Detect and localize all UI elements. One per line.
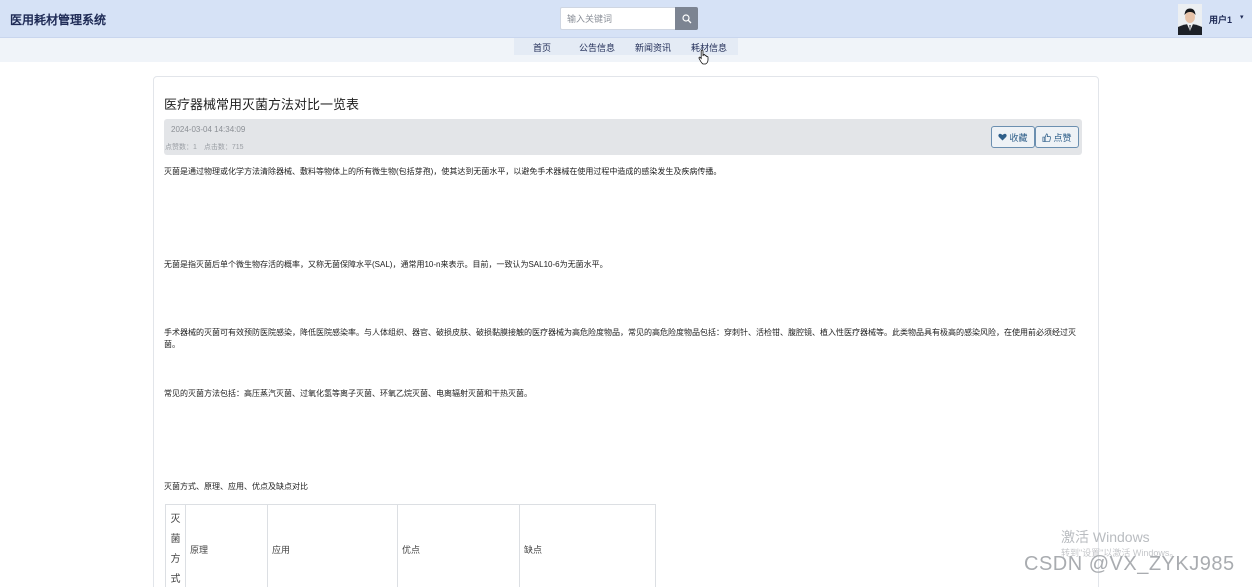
comparison-table: 灭菌方式 原理 应用 优点 缺点: [165, 504, 656, 587]
user-portrait-icon: [1178, 4, 1202, 35]
table-caption: 灭菌方式、原理、应用、优点及缺点对比: [164, 482, 308, 491]
favorite-label: 收藏: [1009, 132, 1028, 143]
article-meta: 2024-03-04 14:34:09 点赞数：1 点击数：715 收藏 点赞: [164, 119, 1082, 155]
like-button[interactable]: 点赞: [1035, 126, 1079, 148]
nav-item-home[interactable]: 首页: [533, 41, 551, 54]
table-header-method: 灭菌方式: [165, 504, 186, 587]
search-button[interactable]: [675, 7, 698, 30]
article-stats: 点赞数：1 点击数：715: [165, 144, 244, 151]
nav-bar: 首页 公告信息 新闻资讯 耗材信息: [0, 38, 1252, 62]
top-bar: 医用耗材管理系统 用户1 ▾: [0, 0, 1252, 38]
heart-icon: [998, 133, 1008, 141]
article-title: 医疗器械常用灭菌方法对比一览表: [164, 97, 360, 112]
csdn-watermark: CSDN @VX_ZYKJ985: [1024, 553, 1235, 575]
paragraph-2: 无菌是指灭菌后单个微生物存活的概率，又称无菌保障水平(SAL)，通常用10-n来…: [164, 260, 608, 269]
publish-date: 2024-03-04 14:34:09: [171, 125, 246, 134]
paragraph-4: 常见的灭菌方法包括：高压蒸汽灭菌、过氧化氢等离子灭菌、环氧乙烷灭菌、电离辐射灭菌…: [164, 389, 532, 398]
nav-item-news[interactable]: 新闻资讯: [635, 41, 671, 54]
user-menu[interactable]: 用户1: [1209, 13, 1232, 26]
avatar[interactable]: [1178, 4, 1202, 35]
search-bar: [560, 7, 698, 30]
nav-item-announcements[interactable]: 公告信息: [579, 41, 615, 54]
thumbs-up-icon: [1043, 133, 1052, 142]
table-header-application: 应用: [267, 504, 398, 587]
table-header-advantages: 优点: [397, 504, 520, 587]
paragraph-1: 灭菌是通过物理或化学方法清除器械、敷料等物体上的所有微生物(包括芽孢)，使其达到…: [164, 167, 722, 176]
favorite-button[interactable]: 收藏: [991, 126, 1035, 148]
table-header-principle: 原理: [185, 504, 268, 587]
like-label: 点赞: [1053, 132, 1072, 143]
table-header-disadvantages: 缺点: [519, 504, 656, 587]
windows-activation-title: 激活 Windows: [1061, 529, 1150, 545]
hand-cursor-icon: [698, 49, 710, 70]
search-input[interactable]: [560, 7, 675, 30]
search-icon: [681, 13, 691, 23]
table-header-row: 灭菌方式 原理 应用 优点 缺点: [165, 504, 656, 587]
chevron-down-icon[interactable]: ▾: [1240, 13, 1244, 21]
paragraph-3: 手术器械的灭菌可有效预防医院感染，降低医院感染率。与人体组织、器官、破损皮肤、破…: [164, 328, 1076, 349]
app-title: 医用耗材管理系统: [10, 13, 107, 27]
article-card: 医疗器械常用灭菌方法对比一览表 2024-03-04 14:34:09 点赞数：…: [153, 76, 1099, 587]
